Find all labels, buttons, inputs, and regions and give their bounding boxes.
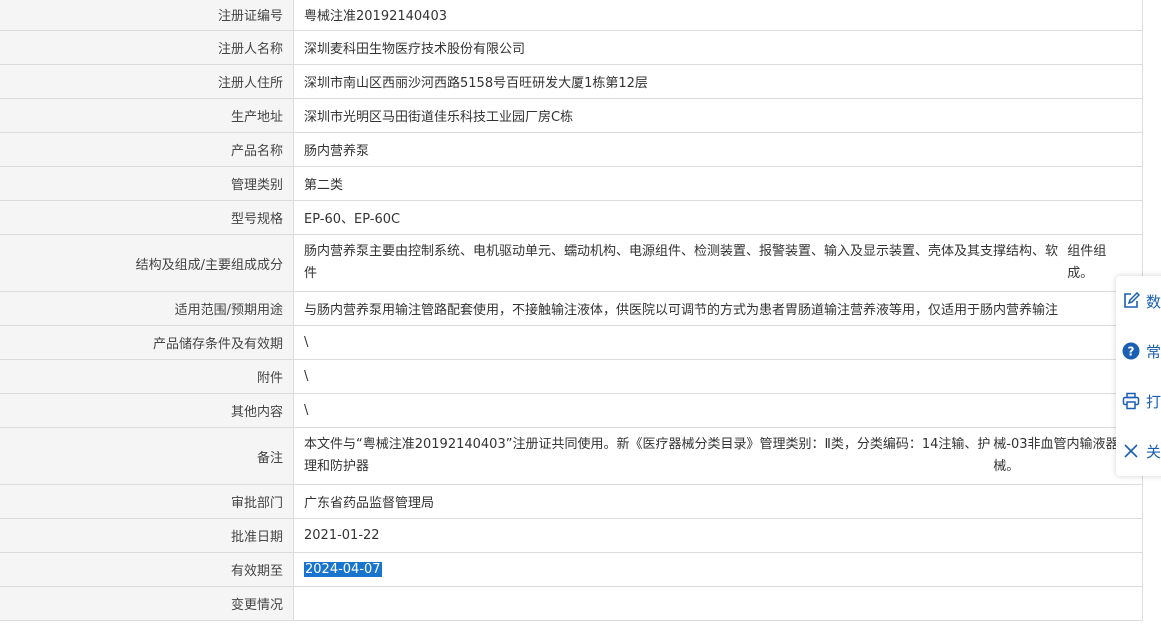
registration-info-table: 注册证编号 粤械注准20192140403 注册人名称 深圳麦科田生物医疗技术股… <box>0 0 1143 621</box>
row-value: 粤械注准20192140403 <box>304 8 447 24</box>
table-row: 注册人名称 深圳麦科田生物医疗技术股份有限公司 <box>0 31 1142 65</box>
row-label: 有效期至 <box>0 553 294 586</box>
row-label: 注册人住所 <box>0 65 294 98</box>
row-label: 型号规格 <box>0 201 294 234</box>
float-button-label: 关 <box>1146 442 1161 461</box>
table-row: 变更情况 <box>0 587 1142 621</box>
float-button-label: 数 <box>1146 292 1161 311</box>
svg-text:?: ? <box>1128 345 1135 359</box>
row-value: 肠内营养泵主要由控制系统、电机驱动单元、蠕动机构、电源组件、检测装置、报警装置、… <box>294 235 1142 291</box>
float-button-label: 常 <box>1146 342 1161 361</box>
table-row: 适用范围/预期用途 与肠内营养泵用输注管路配套使用，不接触输注液体，供医院以可调… <box>0 292 1142 326</box>
row-value: 与肠内营养泵用输注管路配套使用，不接触输注液体，供医院以可调节的方式为患者胃肠道… <box>304 303 1059 318</box>
row-value: 2024-04-07 <box>294 553 1142 586</box>
table-row: 注册人住所 深圳市南山区西丽沙河西路5158号百旺研发大厦1栋第12层 <box>0 65 1142 99</box>
row-label: 变更情况 <box>0 587 294 620</box>
printer-icon <box>1122 392 1140 410</box>
row-label: 注册人名称 <box>0 31 294 64</box>
row-value-line: 本文件与“粤械注准20192140403”注册证共同使用。新《医疗器械分类目录》… <box>304 437 991 474</box>
table-row: 批准日期 2021-01-22 <box>0 519 1142 553</box>
table-row: 审批部门 广东省药品监督管理局 <box>0 485 1142 519</box>
floating-toolbar: 数 ? 常 打 关 <box>1116 276 1161 476</box>
row-label: 批准日期 <box>0 519 294 552</box>
row-value: EP-60、EP-60C <box>304 212 401 227</box>
table-row: 型号规格 EP-60、EP-60C <box>0 201 1142 235</box>
row-label: 其他内容 <box>0 394 294 427</box>
table-row: 注册证编号 粤械注准20192140403 <box>0 0 1142 31</box>
row-label: 产品名称 <box>0 133 294 166</box>
row-label: 审批部门 <box>0 485 294 518</box>
row-value: \ <box>304 403 309 418</box>
edit-icon <box>1124 292 1140 308</box>
row-value: 深圳麦科田生物医疗技术股份有限公司 <box>304 42 526 57</box>
row-value: 广东省药品监督管理局 <box>304 496 435 511</box>
row-label: 结构及组成/主要组成成分 <box>0 235 294 291</box>
row-label: 附件 <box>0 360 294 393</box>
row-value: \ <box>304 335 309 350</box>
help-circle-icon: ? <box>1122 342 1140 360</box>
table-row: 生产地址 深圳市光明区马田街道佳乐科技工业园厂房C栋 <box>0 99 1142 133</box>
row-label: 生产地址 <box>0 99 294 132</box>
row-label: 适用范围/预期用途 <box>0 292 294 325</box>
row-value-line: 械-03非血管内输液器械。 <box>993 437 1119 474</box>
table-row: 其他内容 \ <box>0 394 1142 428</box>
row-value: 第二类 <box>304 178 344 193</box>
row-value: 2021-01-22 <box>304 528 380 543</box>
selected-text: 2024-04-07 <box>304 562 382 577</box>
row-label: 管理类别 <box>0 167 294 200</box>
float-button-print[interactable]: 打 <box>1116 376 1161 426</box>
float-button-close[interactable]: 关 <box>1116 426 1161 476</box>
row-label: 产品储存条件及有效期 <box>0 326 294 359</box>
table-row: 管理类别 第二类 <box>0 167 1142 201</box>
row-value-line: 肠内营养泵主要由控制系统、电机驱动单元、蠕动机构、电源组件、检测装置、报警装置、… <box>304 244 1059 281</box>
table-row: 备注 本文件与“粤械注准20192140403”注册证共同使用。新《医疗器械分类… <box>0 428 1142 485</box>
table-row: 有效期至 2024-04-07 <box>0 553 1142 587</box>
row-label: 备注 <box>0 428 294 484</box>
table-row: 产品名称 肠内营养泵 <box>0 133 1142 167</box>
float-button-edit[interactable]: 数 <box>1116 276 1161 326</box>
table-row: 产品储存条件及有效期 \ <box>0 326 1142 360</box>
row-value: 深圳市光明区马田街道佳乐科技工业园厂房C栋 <box>304 110 574 125</box>
float-button-help[interactable]: ? 常 <box>1116 326 1161 376</box>
table-row: 附件 \ <box>0 360 1142 394</box>
row-value: 深圳市南山区西丽沙河西路5158号百旺研发大厦1栋第12层 <box>304 76 648 91</box>
row-value <box>294 587 1142 620</box>
float-button-label: 打 <box>1146 392 1161 411</box>
row-label: 注册证编号 <box>0 0 294 30</box>
row-value: 肠内营养泵 <box>304 144 370 159</box>
row-value: 本文件与“粤械注准20192140403”注册证共同使用。新《医疗器械分类目录》… <box>294 428 1142 484</box>
close-icon <box>1124 444 1138 458</box>
table-row: 结构及组成/主要组成成分 肠内营养泵主要由控制系统、电机驱动单元、蠕动机构、电源… <box>0 235 1142 292</box>
row-value: \ <box>304 369 309 384</box>
